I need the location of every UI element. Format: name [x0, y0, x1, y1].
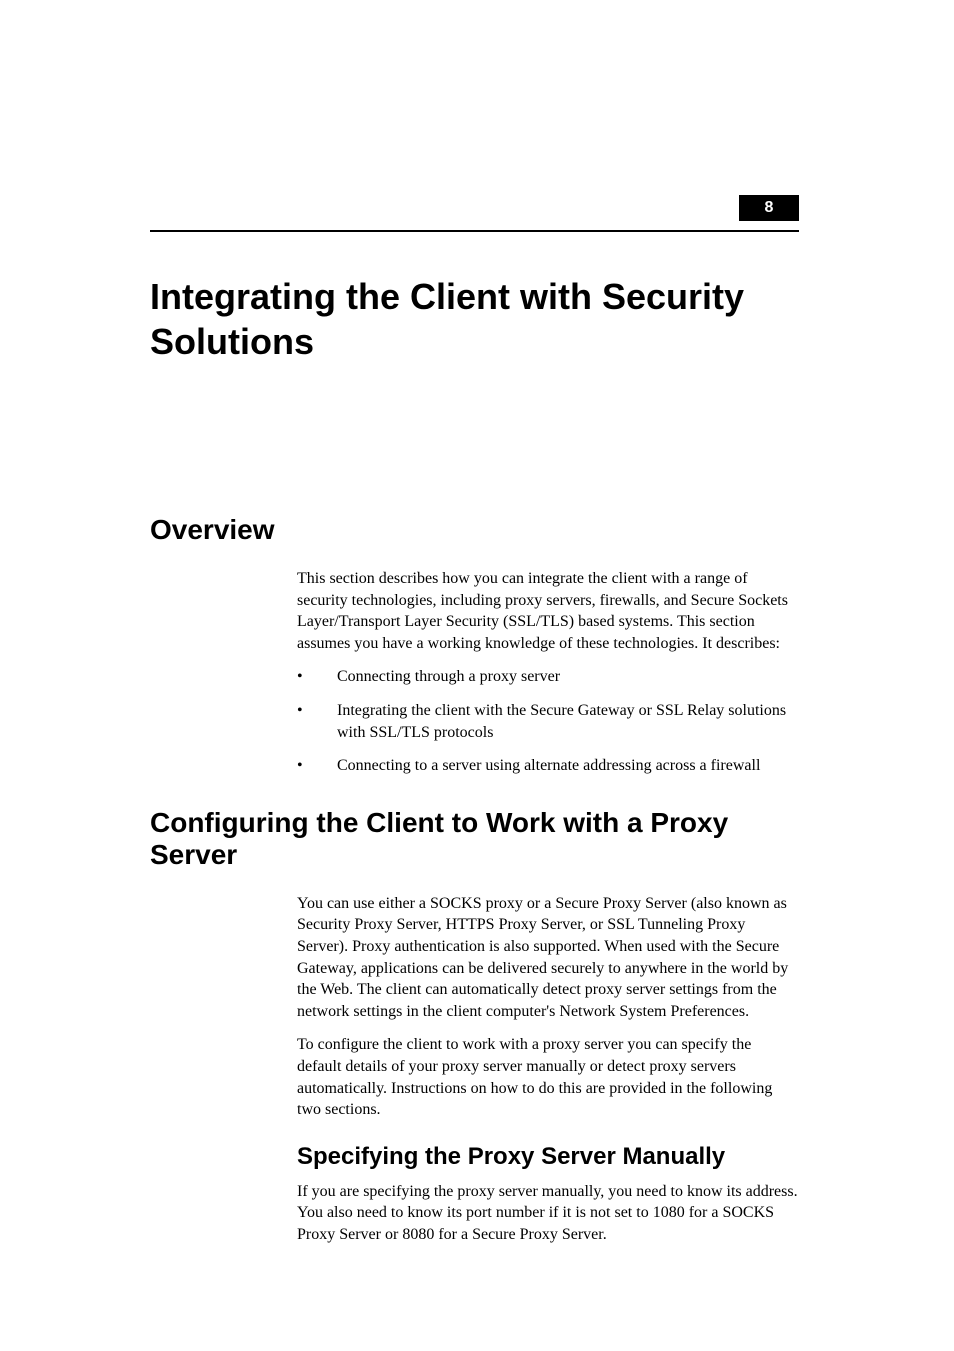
page-content: Integrating the Client with Security Sol…	[0, 0, 954, 1245]
chapter-title: Integrating the Client with Security Sol…	[150, 274, 799, 364]
list-item: Connecting to a server using alternate a…	[297, 755, 799, 777]
overview-bullet-list: Connecting through a proxy server Integr…	[297, 666, 799, 776]
proxy-paragraph-2: To configure the client to work with a p…	[297, 1034, 799, 1120]
overview-paragraph: This section describes how you can integ…	[297, 568, 799, 654]
proxy-paragraph-1: You can use either a SOCKS proxy or a Se…	[297, 893, 799, 1023]
section-heading-overview: Overview	[150, 514, 799, 546]
horizontal-rule	[150, 230, 799, 232]
manual-paragraph: If you are specifying the proxy server m…	[297, 1181, 799, 1246]
list-item: Connecting through a proxy server	[297, 666, 799, 688]
section-heading-proxy: Configuring the Client to Work with a Pr…	[150, 807, 799, 871]
chapter-number: 8	[765, 199, 774, 217]
list-item: Integrating the client with the Secure G…	[297, 700, 799, 743]
chapter-number-badge: 8	[739, 195, 799, 221]
subsection-heading-manual: Specifying the Proxy Server Manually	[297, 1143, 799, 1171]
